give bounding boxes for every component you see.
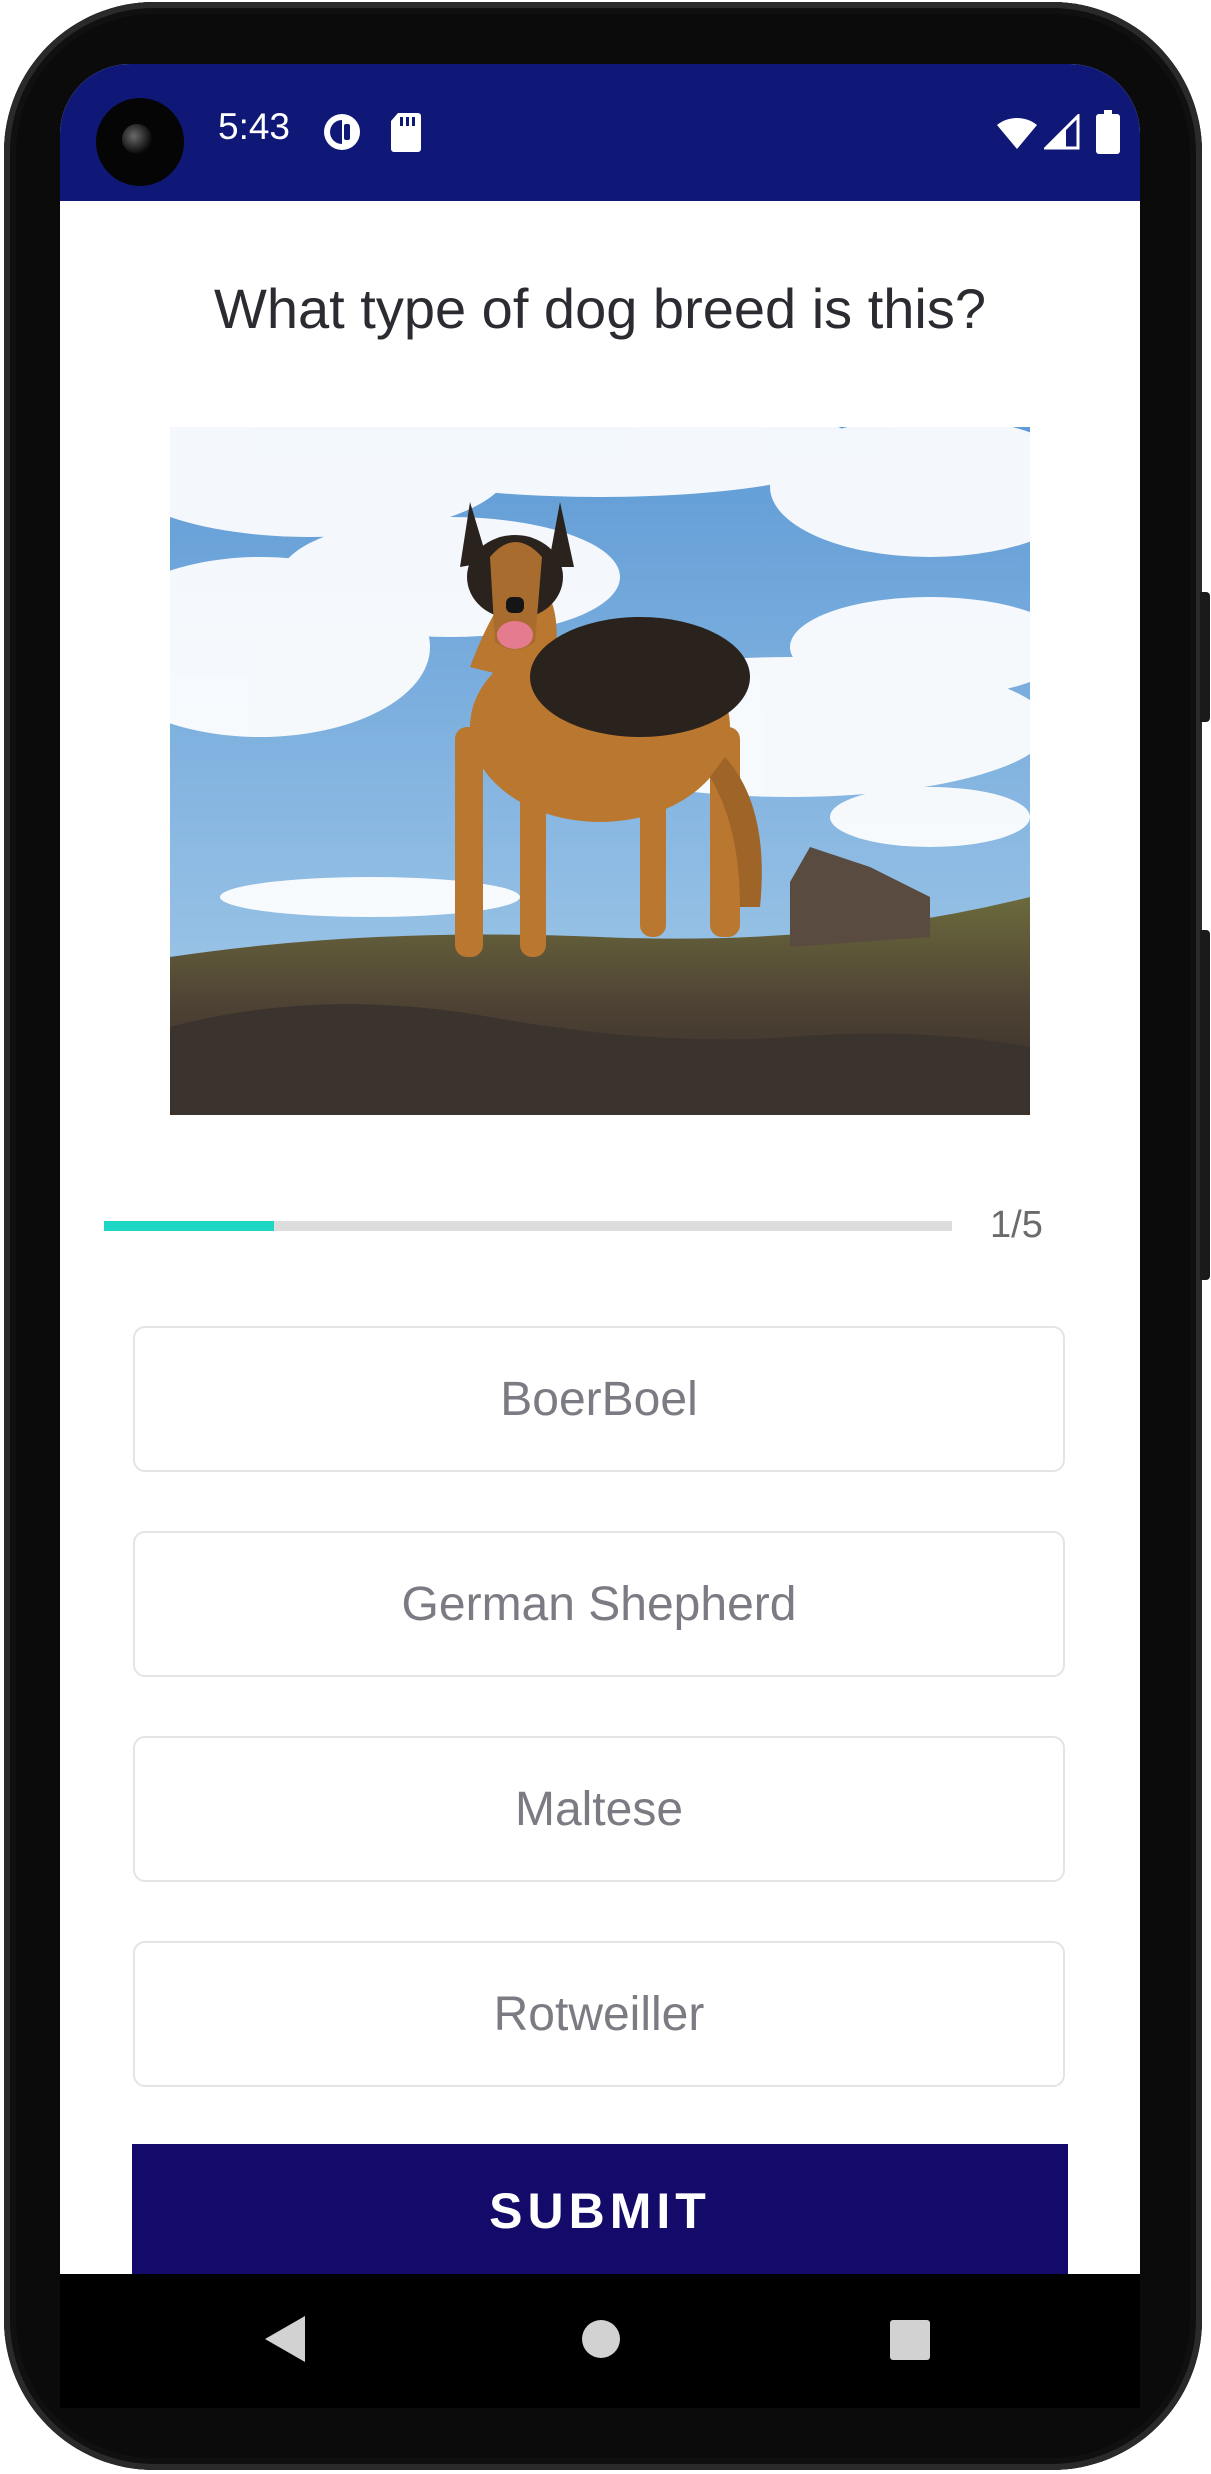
power-button [1200, 592, 1210, 722]
wifi-icon [997, 117, 1037, 149]
camera-lens [122, 124, 152, 154]
battery-icon [1096, 110, 1120, 154]
answer-option-german-shepherd[interactable]: German Shepherd [133, 1531, 1065, 1677]
answer-option-boerboel[interactable]: BoerBoel [133, 1326, 1065, 1472]
quiz-progress-fill [104, 1221, 274, 1231]
phone-device: 5:43 What type of dog breed is this? 1/5… [0, 0, 1211, 2474]
app-screen: 5:43 What type of dog breed is this? 1/5… [60, 64, 1140, 2274]
quiz-progress-bar [104, 1221, 952, 1231]
data-saver-icon [324, 114, 360, 150]
submit-button[interactable]: SUBMIT [132, 2144, 1068, 2274]
back-icon[interactable] [265, 2316, 305, 2362]
home-icon[interactable] [582, 2320, 620, 2358]
volume-button [1200, 930, 1210, 1280]
cellular-signal-icon [1044, 114, 1080, 150]
recents-icon[interactable] [890, 2320, 930, 2360]
answer-option-rotweiller[interactable]: Rotweiller [133, 1941, 1065, 2087]
navigation-bar [60, 2274, 1140, 2408]
sd-card-icon [391, 113, 421, 152]
answer-option-maltese[interactable]: Maltese [133, 1736, 1065, 1882]
front-camera [96, 98, 184, 186]
question-text: What type of dog breed is this? [214, 277, 986, 340]
quiz-progress-text: 1/5 [990, 1204, 1043, 1246]
status-bar: 5:43 [60, 64, 1140, 201]
status-time: 5:43 [218, 106, 291, 147]
dog-image [170, 427, 1030, 1115]
